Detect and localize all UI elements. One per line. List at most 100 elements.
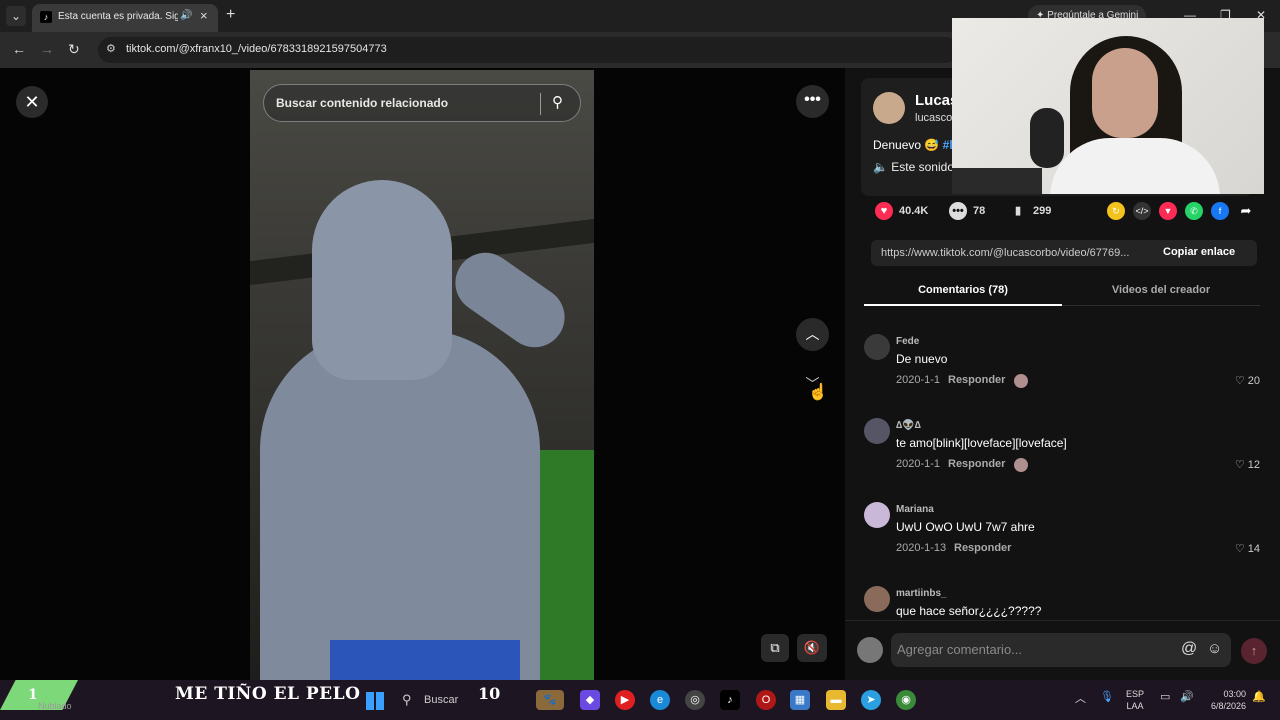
hand-cursor-icon: ☝ bbox=[808, 384, 828, 401]
whatsapp-icon[interactable]: ✆ bbox=[1185, 202, 1203, 220]
network-icon[interactable]: ▭ bbox=[1160, 690, 1170, 703]
new-tab-button[interactable]: + bbox=[226, 6, 235, 24]
tab-search-menu-button[interactable]: ⌄ bbox=[6, 6, 26, 26]
comment-avatar[interactable] bbox=[864, 586, 890, 612]
close-player-button[interactable]: ✕ bbox=[16, 86, 48, 118]
search-icon[interactable]: ⚲ bbox=[552, 93, 563, 111]
description-text: Denuevo 😅 bbox=[873, 138, 943, 152]
creator-avatar[interactable] bbox=[873, 92, 905, 124]
comment-like-button[interactable]: ♡ 20 bbox=[1235, 374, 1260, 387]
microphone-tray-icon[interactable]: 🎙 bbox=[1100, 690, 1114, 703]
tiktok-icon[interactable]: ♪ bbox=[720, 690, 740, 710]
tab-close-icon[interactable]: × bbox=[200, 8, 208, 23]
creator-handle[interactable]: lucasco bbox=[915, 112, 952, 124]
site-info-icon[interactable]: ⚙ bbox=[106, 42, 116, 55]
volume-icon[interactable]: 🔊 bbox=[1180, 690, 1194, 703]
my-avatar bbox=[857, 637, 883, 663]
previous-video-button[interactable]: ︿ bbox=[796, 318, 829, 351]
webcam-desk-gear bbox=[952, 168, 1042, 194]
system-clock[interactable]: 03:00 6/8/2026 bbox=[1202, 688, 1246, 712]
reply-button[interactable]: Responder bbox=[948, 374, 1005, 386]
webcam-overlay bbox=[952, 18, 1264, 194]
opera-gx-icon[interactable]: O bbox=[756, 690, 776, 710]
comment-input[interactable]: Agregar comentario... @ ☺ bbox=[891, 633, 1231, 667]
windows-start-icon[interactable] bbox=[366, 692, 384, 710]
obs-icon[interactable]: ◎ bbox=[685, 690, 705, 710]
comment-username[interactable]: ∆👽∆ bbox=[896, 420, 921, 431]
related-search-bar[interactable]: Buscar contenido relacionado ⚲ bbox=[263, 84, 581, 122]
comment-item: martiinbs_ que hace señor¿¿¿¿????? bbox=[864, 582, 1260, 620]
widget-animal-icon[interactable]: 🐾 bbox=[536, 690, 564, 710]
language-indicator[interactable]: ESP LAA bbox=[1126, 688, 1144, 712]
tab-creator-videos[interactable]: Videos del creador bbox=[1062, 278, 1260, 306]
weather-label[interactable]: Nublado bbox=[38, 701, 72, 711]
back-arrow-icon[interactable]: ← bbox=[12, 41, 26, 57]
taskbar-search[interactable]: ⚲ Buscar bbox=[398, 690, 462, 712]
comment-avatar[interactable] bbox=[864, 502, 890, 528]
like-button[interactable]: ♥ 40.4K bbox=[875, 202, 928, 220]
video-player[interactable] bbox=[250, 70, 594, 680]
comment-count: 78 bbox=[973, 204, 986, 217]
comment-text: UwU OwO UwU 7w7 ahre bbox=[896, 520, 1035, 534]
emoji-icon[interactable]: ☺ bbox=[1207, 640, 1222, 657]
comment-username[interactable]: martiinbs_ bbox=[896, 588, 947, 599]
creator-liked-avatar bbox=[1014, 458, 1028, 472]
floating-player-button[interactable]: ⧉ bbox=[761, 634, 789, 662]
share-link-row: https://www.tiktok.com/@lucascorbo/video… bbox=[871, 240, 1257, 266]
bookmark-icon: ▮ bbox=[1014, 205, 1022, 217]
url-text: tiktok.com/@xfranx10_/video/678331892159… bbox=[126, 43, 387, 55]
sound-label: Este sonido bbox=[891, 160, 954, 174]
comment-text: te amo[blink][loveface][loveface] bbox=[896, 436, 1067, 450]
comment-username[interactable]: Mariana bbox=[896, 504, 934, 515]
comment-like-button[interactable]: ♡ 12 bbox=[1235, 458, 1260, 471]
mention-icon[interactable]: @ bbox=[1181, 640, 1197, 658]
comment-item: ∆👽∆ te amo[blink][loveface][loveface] 20… bbox=[864, 414, 1260, 494]
notification-bell-icon[interactable]: 🔔 bbox=[1252, 690, 1266, 703]
sound-link[interactable]: 🔈 Este sonido bbox=[873, 160, 954, 174]
save-button[interactable]: ▮ 299 bbox=[1009, 202, 1051, 220]
url-field[interactable]: ⚙ tiktok.com/@xfranx10_/video/6783318921… bbox=[98, 37, 958, 63]
youtube-music-icon[interactable]: ▶ bbox=[615, 690, 635, 710]
comment-bubble-icon: ••• bbox=[949, 202, 967, 220]
reply-button[interactable]: Responder bbox=[954, 542, 1011, 554]
comment-date: 2020-1-13 bbox=[896, 542, 947, 554]
comment-username[interactable]: Fede bbox=[896, 336, 919, 347]
mute-button[interactable]: 🔇 bbox=[797, 634, 827, 662]
tab-audio-icon[interactable]: 🔊 bbox=[180, 10, 192, 21]
facebook-icon[interactable]: f bbox=[1211, 202, 1229, 220]
browser-tab-active[interactable]: ♪ Esta cuenta es privada. Sig 🔊 × bbox=[32, 4, 218, 32]
clock-date: 6/8/2026 bbox=[1210, 701, 1246, 711]
comment-like-count: 20 bbox=[1247, 375, 1260, 387]
engagement-bar: ♥ 40.4K ••• 78 ▮ 299 ↻ </> ▼ ✆ f ➦ bbox=[875, 198, 1265, 224]
search-divider bbox=[540, 93, 541, 115]
send-to-friends-icon[interactable]: ▼ bbox=[1159, 202, 1177, 220]
edge-icon[interactable]: e bbox=[650, 690, 670, 710]
tray-overflow-icon[interactable]: ︿ bbox=[1075, 690, 1086, 706]
copilot-icon[interactable]: ◆ bbox=[580, 690, 600, 710]
telegram-icon[interactable]: ➤ bbox=[861, 690, 881, 710]
copy-link-button[interactable]: Copiar enlace bbox=[1163, 246, 1235, 258]
windows-taskbar: 1 Nublado ME TIÑO EL PELO ⚲ Buscar 10 🐾 … bbox=[0, 680, 1280, 720]
share-link-url[interactable]: https://www.tiktok.com/@lucascorbo/video… bbox=[881, 247, 1149, 259]
comment-avatar[interactable] bbox=[864, 418, 890, 444]
share-arrow-icon[interactable]: ➦ bbox=[1237, 202, 1255, 220]
post-comment-button[interactable]: ↑ bbox=[1241, 638, 1267, 664]
like-count: 40.4K bbox=[899, 204, 929, 217]
comment-avatar[interactable] bbox=[864, 334, 890, 360]
more-options-button[interactable]: ••• bbox=[796, 85, 829, 118]
repost-icon[interactable]: ↻ bbox=[1107, 202, 1125, 220]
sound-muted-icon: 🔈 bbox=[873, 160, 892, 174]
reply-button[interactable]: Responder bbox=[948, 458, 1005, 470]
microsoft-store-icon[interactable]: ▦ bbox=[790, 690, 810, 710]
file-explorer-icon[interactable]: ▬ bbox=[826, 690, 846, 710]
forward-arrow-icon[interactable]: → bbox=[40, 41, 54, 57]
comment-like-count: 12 bbox=[1247, 459, 1260, 471]
comment-like-count: 14 bbox=[1247, 543, 1260, 555]
comment-button[interactable]: ••• 78 bbox=[949, 202, 985, 220]
reload-icon[interactable]: ↻ bbox=[68, 41, 80, 58]
comment-like-button[interactable]: ♡ 14 bbox=[1235, 542, 1260, 555]
chrome-icon[interactable]: ◉ bbox=[896, 690, 916, 710]
tab-comments[interactable]: Comentarios (78) bbox=[864, 278, 1062, 306]
embed-icon[interactable]: </> bbox=[1133, 202, 1151, 220]
heart-outline-icon: ♡ bbox=[1234, 459, 1248, 471]
